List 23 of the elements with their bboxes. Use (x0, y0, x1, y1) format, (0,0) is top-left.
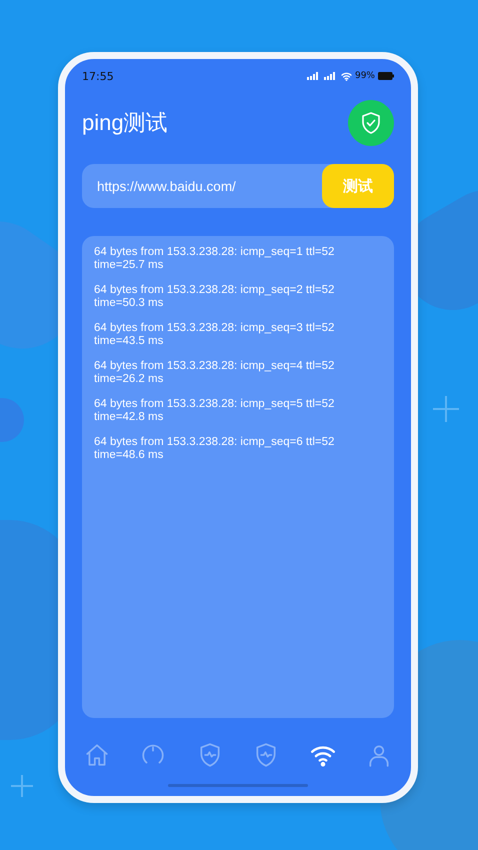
result-line: 64 bytes from 153.3.238.28: icmp_seq=5 ttl=52 (94, 398, 334, 411)
result-line: time=26.2 ms (94, 373, 164, 386)
result-line: 64 bytes from 153.3.238.28: icmp_seq=6 ttl=52 (94, 436, 334, 449)
shield-button[interactable] (348, 100, 394, 146)
result-line: 64 bytes from 153.3.238.28: icmp_seq=4 ttl=52 (94, 360, 334, 373)
result-line: time=48.6 ms (94, 449, 164, 462)
result-line: time=50.3 ms (94, 297, 164, 310)
result-line: 64 bytes from 153.3.238.28: icmp_seq=2 ttl=52 (94, 284, 334, 297)
wifi-icon (340, 72, 352, 80)
page-title: ping测试 (82, 109, 168, 137)
signal-icon (324, 72, 338, 80)
status-time: 17:55 (82, 70, 114, 82)
result-line: 64 bytes from 153.3.238.28: icmp_seq=1 ttl=52 (94, 246, 334, 259)
result-line: 64 bytes from 153.3.238.28: icmp_seq=3 ttl=52 (94, 322, 334, 335)
result-line: time=43.5 ms (94, 335, 164, 348)
shield-check-icon (359, 111, 383, 135)
battery-percent: 99% (354, 71, 375, 81)
signal-icon (306, 72, 321, 80)
plus-icon (432, 395, 460, 423)
result-line: time=42.8 ms (94, 411, 164, 424)
battery-icon (378, 72, 394, 80)
result-line: time=25.7 ms (94, 259, 164, 272)
plus-icon (10, 774, 34, 798)
